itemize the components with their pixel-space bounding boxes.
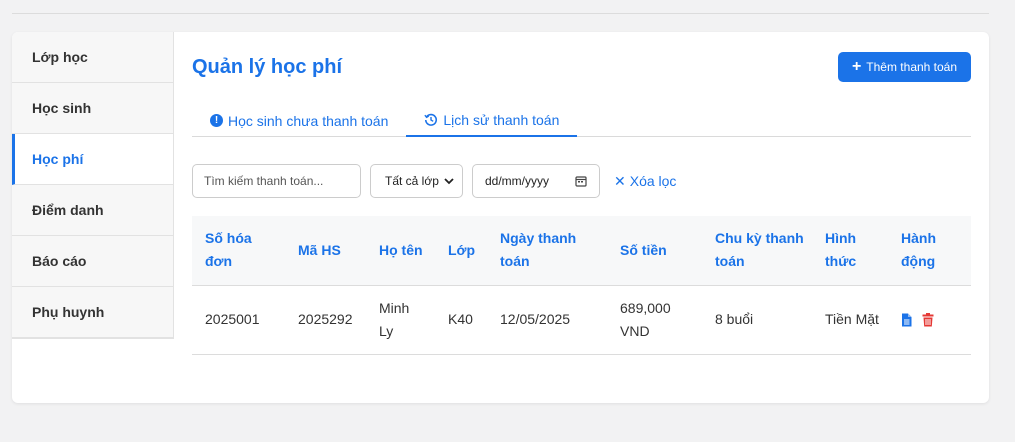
close-icon: ✕	[614, 172, 626, 189]
history-icon	[424, 113, 438, 127]
column-header-student-id: Mã HS	[285, 216, 366, 285]
column-header-invoice: Số hóa đơn	[192, 216, 285, 285]
cell-invoice: 2025001	[192, 284, 285, 355]
page-title: Quản lý học phí	[192, 56, 343, 78]
cell-method: Tiền Mặt	[812, 284, 888, 355]
tab-history-label: Lịch sử thanh toán	[443, 111, 560, 128]
column-header-actions: Hành động	[888, 216, 971, 285]
column-header-amount: Số tiền	[607, 216, 702, 285]
chevron-down-icon	[444, 177, 454, 185]
info-circle-icon: !	[210, 114, 223, 127]
sidebar: Lớp học Học sinh Học phí Điểm danh Báo c…	[12, 32, 174, 339]
row-actions	[901, 312, 963, 327]
cell-actions	[888, 284, 971, 355]
column-header-cycle: Chu kỳ thanh toán	[702, 216, 812, 285]
class-select[interactable]: Tất cả lớp	[370, 164, 463, 198]
filter-bar: Tất cả lớp dd/mm/yyyy ✕ Xóa	[192, 164, 971, 198]
cell-cycle: 8 buổi	[702, 284, 812, 355]
column-header-class: Lớp	[435, 216, 487, 285]
main-panel: Quản lý học phí + Thêm thanh toán ! Học …	[192, 32, 971, 403]
column-header-name: Họ tên	[366, 216, 435, 285]
add-payment-label: Thêm thanh toán	[866, 60, 958, 74]
sidebar-item-attendance[interactable]: Điểm danh	[12, 185, 173, 236]
column-header-date: Ngày thanh toán	[487, 216, 607, 285]
date-input[interactable]: dd/mm/yyyy	[472, 164, 600, 198]
column-header-method: Hình thức	[812, 216, 888, 285]
sidebar-item-students[interactable]: Học sinh	[12, 83, 173, 134]
class-select-value: Tất cả lớp	[385, 174, 439, 188]
sidebar-item-parents[interactable]: Phụ huynh	[12, 287, 173, 338]
cell-date: 12/05/2025	[487, 284, 607, 355]
search-input[interactable]	[192, 164, 361, 198]
cell-amount: 689,000 VND	[607, 284, 702, 355]
trash-icon[interactable]	[922, 312, 934, 327]
cell-student-id: 2025292	[285, 284, 366, 355]
tab-unpaid-students[interactable]: ! Học sinh chưa thanh toán	[192, 104, 406, 137]
sidebar-item-reports[interactable]: Báo cáo	[12, 236, 173, 287]
sidebar-item-tuition[interactable]: Học phí	[12, 134, 173, 185]
sidebar-item-classes[interactable]: Lớp học	[12, 32, 173, 83]
cell-class: K40	[435, 284, 487, 355]
top-divider	[12, 13, 989, 14]
add-payment-button[interactable]: + Thêm thanh toán	[838, 52, 971, 82]
content-card: Lớp học Học sinh Học phí Điểm danh Báo c…	[12, 32, 989, 403]
plus-icon: +	[851, 58, 862, 75]
payment-history-table: Số hóa đơn Mã HS Họ tên Lớp Ngày thanh t…	[192, 216, 971, 355]
clear-filter-label: Xóa lọc	[629, 173, 677, 189]
cell-name: Minh Ly	[366, 284, 435, 355]
tab-payment-history[interactable]: Lịch sử thanh toán	[406, 104, 578, 137]
date-input-value: dd/mm/yyyy	[485, 174, 550, 188]
tab-unpaid-label: Học sinh chưa thanh toán	[228, 112, 389, 129]
calendar-icon	[575, 175, 587, 187]
document-icon[interactable]	[901, 313, 912, 327]
table-header-row: Số hóa đơn Mã HS Họ tên Lớp Ngày thanh t…	[192, 216, 971, 285]
clear-filter-button[interactable]: ✕ Xóa lọc	[614, 164, 676, 198]
table-row: 2025001 2025292 Minh Ly K40 12/05/2025 6…	[192, 284, 971, 355]
tab-bar: ! Học sinh chưa thanh toán Lịch sử thanh…	[192, 104, 971, 137]
